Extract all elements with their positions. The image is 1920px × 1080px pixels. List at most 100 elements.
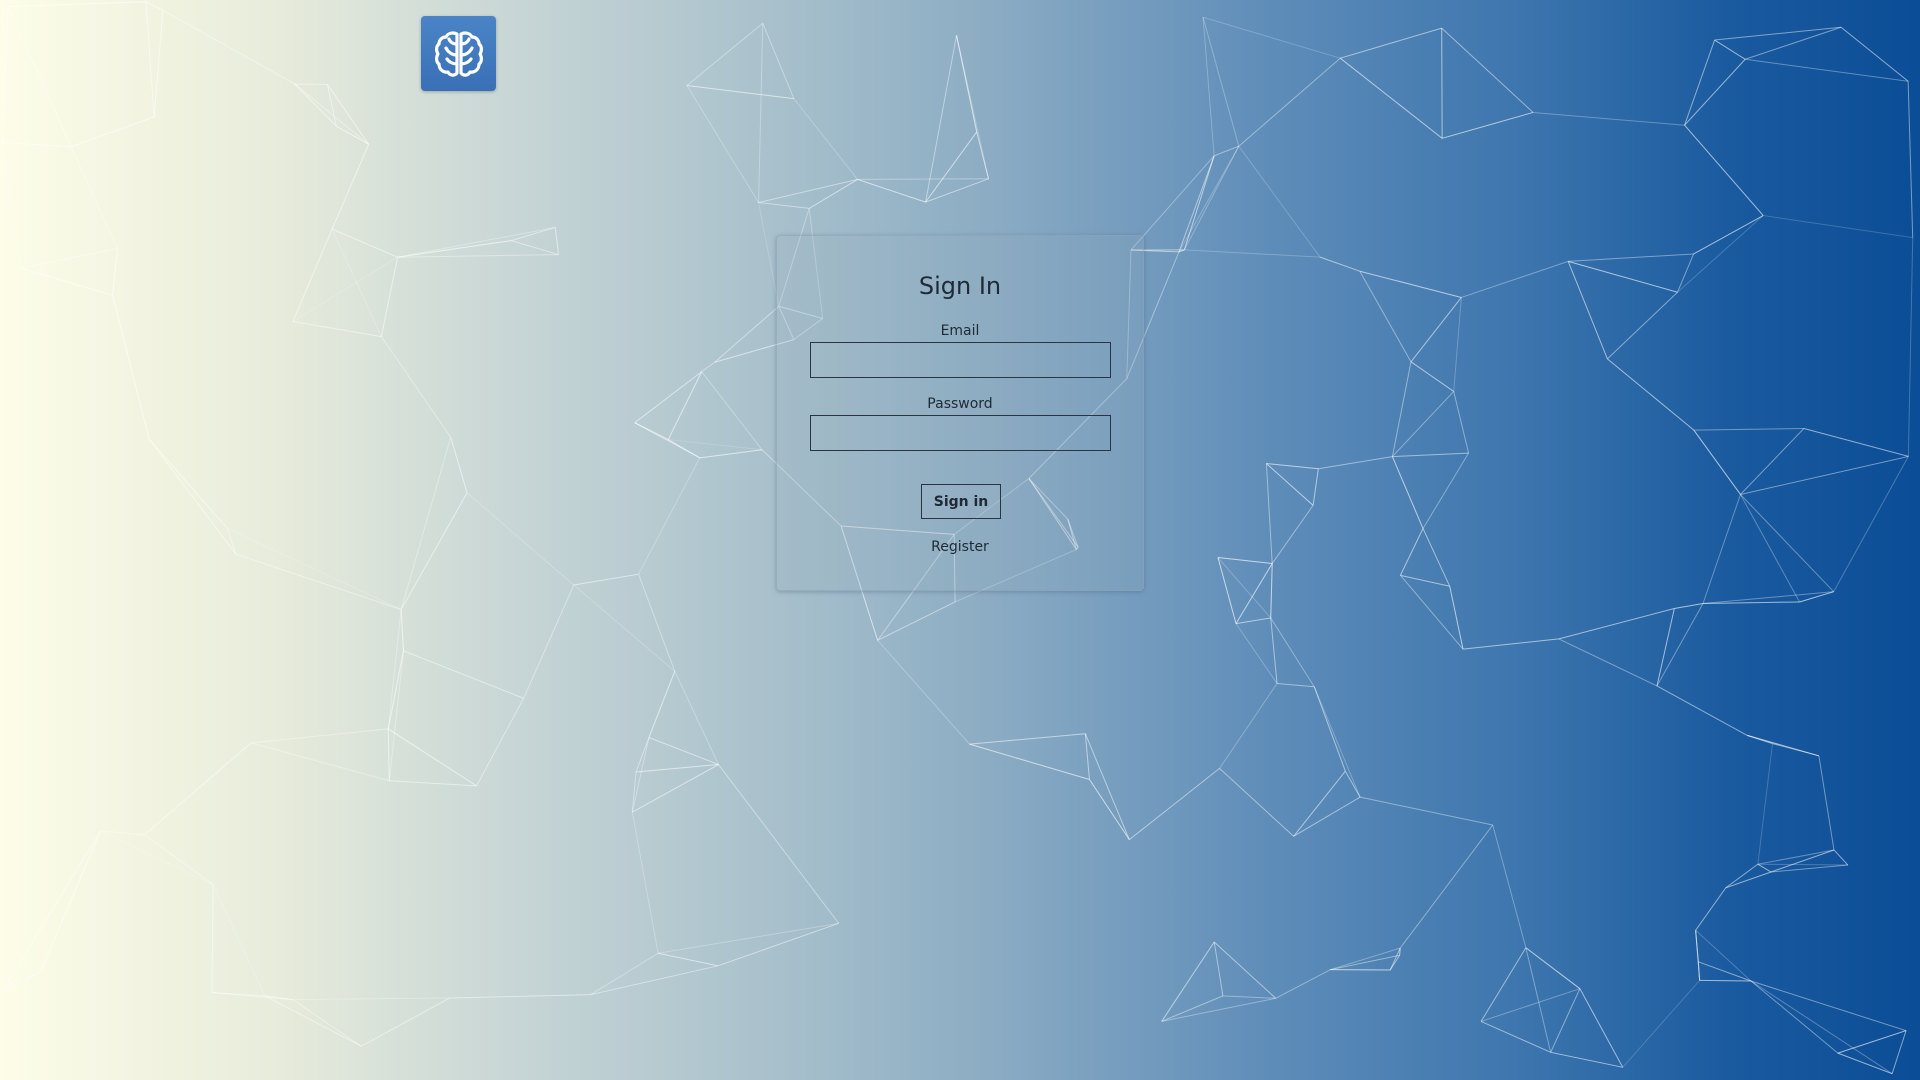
network-line xyxy=(400,437,452,610)
network-line xyxy=(1399,528,1424,576)
network-line xyxy=(1330,954,1400,971)
network-line xyxy=(1217,557,1273,564)
network-line xyxy=(1684,124,1764,216)
network-line xyxy=(762,23,795,99)
network-line xyxy=(1550,1051,1623,1068)
network-line xyxy=(1698,961,1752,982)
network-line xyxy=(397,240,512,258)
network-line xyxy=(1656,685,1748,736)
network-line xyxy=(148,439,237,555)
network-line xyxy=(145,1,164,11)
network-line xyxy=(1745,58,1909,82)
network-line xyxy=(1803,427,1909,457)
network-line xyxy=(292,256,398,322)
network-line xyxy=(1270,617,1278,684)
network-line xyxy=(1410,361,1455,392)
network-line xyxy=(1907,237,1914,457)
network-line xyxy=(758,202,810,209)
network-line xyxy=(808,178,858,209)
network-line xyxy=(631,812,659,954)
network-line xyxy=(331,228,398,258)
network-line xyxy=(632,764,719,813)
network-line xyxy=(450,437,468,494)
network-line xyxy=(148,439,228,529)
network-line xyxy=(1770,864,1848,873)
network-line xyxy=(403,650,524,699)
network-line xyxy=(956,35,978,133)
app-logo[interactable] xyxy=(421,16,496,91)
network-line xyxy=(5,830,101,987)
network-line xyxy=(1399,824,1494,949)
network-line xyxy=(153,10,164,117)
password-field[interactable] xyxy=(810,415,1111,451)
network-line xyxy=(1550,988,1581,1053)
network-line xyxy=(1129,767,1220,841)
network-line xyxy=(1453,391,1470,454)
network-line xyxy=(476,698,525,787)
network-line xyxy=(1699,979,1752,982)
sign-in-button[interactable]: Sign in xyxy=(921,484,1001,519)
network-line xyxy=(1453,297,1462,392)
network-line xyxy=(1568,253,1694,262)
network-line xyxy=(1275,969,1331,999)
network-line xyxy=(969,733,1086,745)
network-line xyxy=(1318,456,1393,470)
network-line xyxy=(1359,270,1412,363)
network-line xyxy=(638,457,701,575)
network-line xyxy=(1725,863,1759,889)
network-line xyxy=(1750,980,1907,1032)
register-link[interactable]: Register xyxy=(777,539,1143,555)
network-line xyxy=(877,640,970,745)
network-line xyxy=(380,257,399,337)
network-line xyxy=(1183,155,1215,251)
network-line xyxy=(1891,1030,1907,1074)
network-line xyxy=(1330,947,1401,971)
network-line xyxy=(1558,607,1675,640)
network-line xyxy=(1677,253,1695,293)
network-line xyxy=(397,226,556,258)
network-line xyxy=(387,728,390,781)
network-line xyxy=(634,371,702,424)
network-line xyxy=(1359,796,1493,826)
network-line xyxy=(70,116,155,148)
email-field[interactable] xyxy=(810,342,1111,378)
network-line xyxy=(925,35,958,203)
network-line xyxy=(1461,260,1569,298)
network-line xyxy=(1607,358,1695,431)
network-line xyxy=(1266,463,1314,506)
network-line xyxy=(857,178,989,180)
network-line xyxy=(1313,686,1346,772)
network-line xyxy=(5,971,41,987)
network-line xyxy=(1161,941,1215,1022)
network-line xyxy=(758,23,764,203)
network-line xyxy=(212,884,266,996)
network-line xyxy=(877,601,956,641)
network-line xyxy=(39,830,101,973)
network-line xyxy=(1266,463,1319,470)
network-line xyxy=(251,728,389,744)
network-line xyxy=(1907,81,1914,238)
password-label: Password xyxy=(927,396,993,412)
network-line xyxy=(1422,452,1470,529)
network-line xyxy=(1763,215,1913,239)
network-line xyxy=(400,609,404,651)
network-line xyxy=(1422,528,1451,587)
network-line xyxy=(19,267,113,296)
network-line xyxy=(1410,297,1462,363)
network-line xyxy=(397,254,559,258)
network-line xyxy=(969,743,1090,780)
network-line xyxy=(1837,1030,1907,1054)
network-line xyxy=(1695,930,1701,981)
network-line xyxy=(1213,145,1239,157)
network-line xyxy=(387,609,402,729)
network-line xyxy=(1313,686,1361,798)
network-line xyxy=(701,361,716,373)
network-line xyxy=(1684,39,1716,126)
network-line xyxy=(976,131,990,179)
network-line xyxy=(1695,887,1727,931)
network-line xyxy=(144,742,252,836)
network-line xyxy=(1714,39,1746,60)
network-line xyxy=(1270,617,1315,688)
network-line xyxy=(7,6,72,148)
network-line xyxy=(686,22,764,86)
